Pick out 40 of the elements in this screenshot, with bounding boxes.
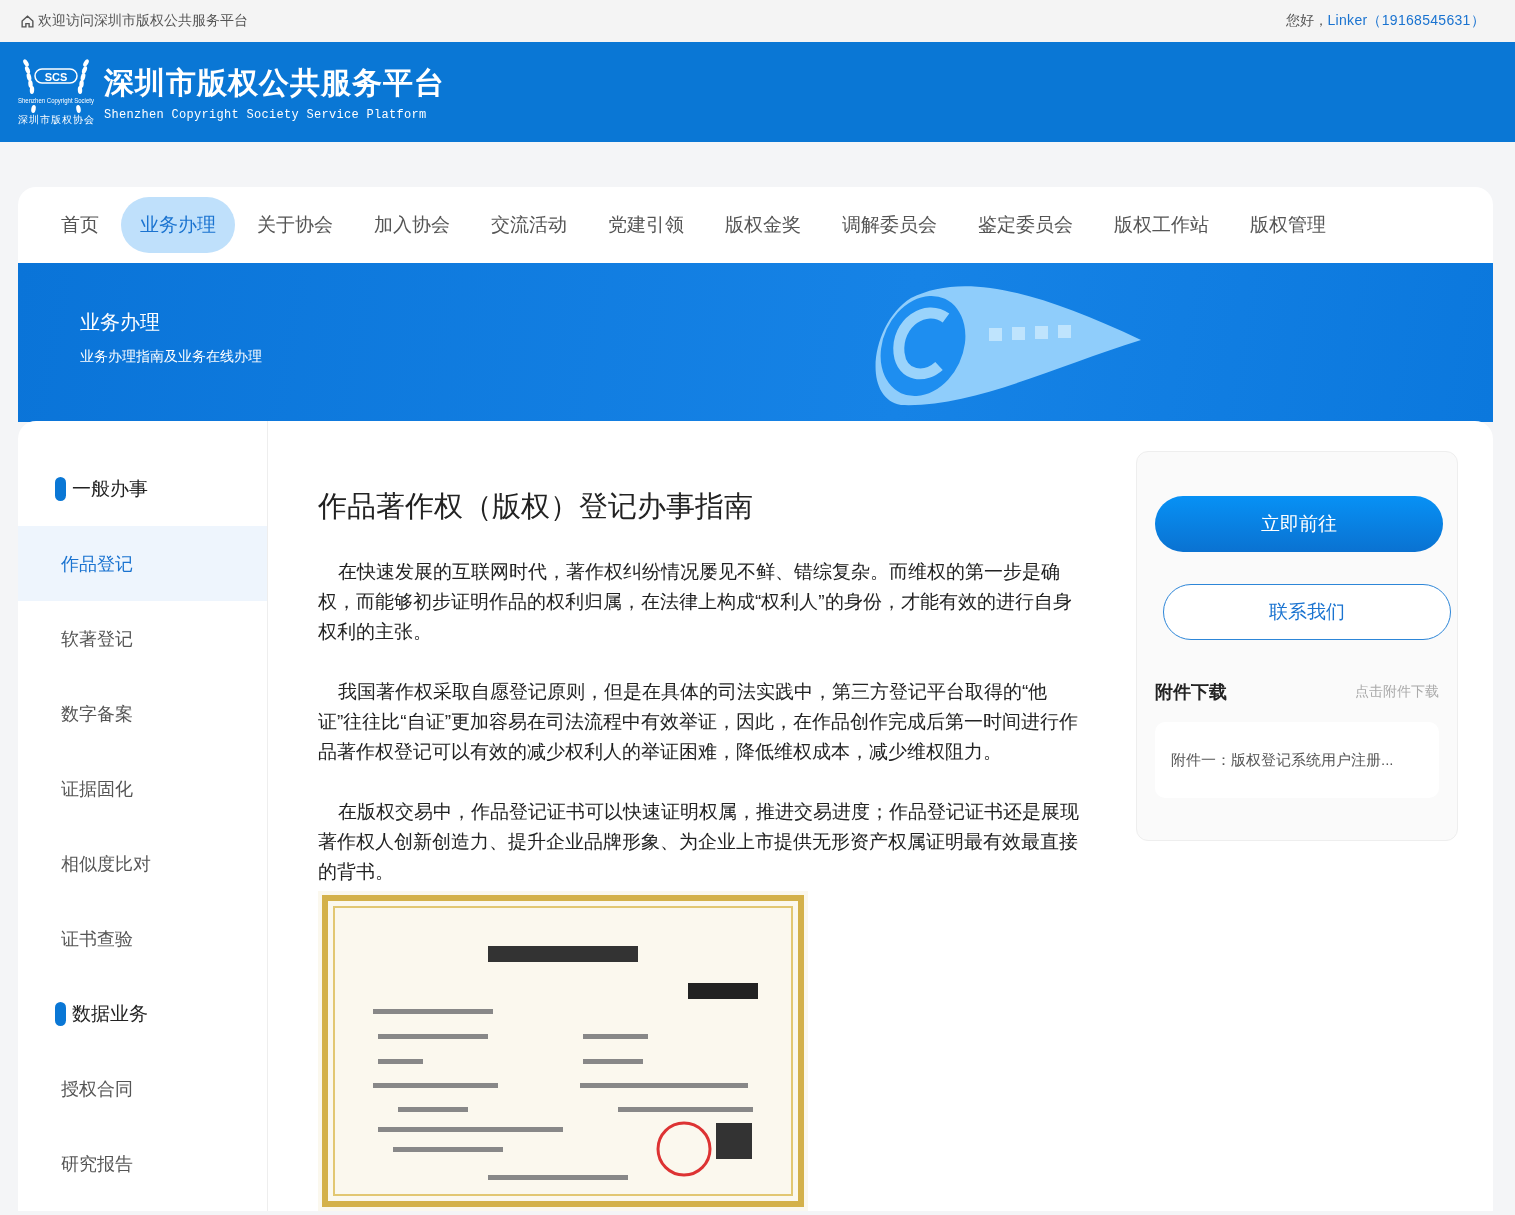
nav-tab[interactable]: 版权管理 [1231,197,1345,253]
nav-tab[interactable]: 加入协会 [355,197,469,253]
sidebar-item[interactable]: 软著登记 [18,601,267,676]
nav-tab[interactable]: 首页 [42,197,118,253]
sidebar-group-heading: 一般办事 [72,476,148,501]
nav-tab[interactable]: 关于协会 [238,197,352,253]
sidebar-item[interactable]: 数字备案 [18,676,267,751]
welcome-text: 欢迎访问深圳市版权公共服务平台 [38,12,248,30]
nav-tab[interactable]: 交流活动 [472,197,586,253]
sidebar-item[interactable]: 授权合同 [18,1051,267,1126]
greeting-text: 您好， [1285,12,1328,28]
banner-subtitle: 业务办理指南及业务在线办理 [80,348,262,366]
sidebar-item[interactable]: 证书查验 [18,901,267,976]
go-now-button[interactable]: 立即前往 [1155,496,1443,552]
group-marker-icon [55,1001,66,1026]
banner-title: 业务办理 [80,310,161,335]
nav-tab[interactable]: 调解委员会 [823,197,956,253]
sidebar-item[interactable]: 证据固化 [18,751,267,826]
contact-button[interactable]: 联系我们 [1163,584,1451,640]
sidebar-item[interactable]: 研究报告 [18,1126,267,1201]
nav-tab[interactable]: 业务办理 [121,197,235,253]
nav-tab[interactable]: 党建引领 [589,197,703,253]
group-marker-icon [55,476,66,501]
sidebar-item[interactable]: 相似度比对 [18,826,267,901]
nav-tab[interactable]: 鉴定委员会 [959,197,1092,253]
article-title: 作品著作权（版权）登记办事指南 [318,489,754,524]
site-subtitle: Shenzhen Copyright Society Service Platform [104,107,428,122]
nav-tab[interactable]: 版权工作站 [1095,197,1228,253]
user-link[interactable]: Linker（19168545631） [1327,12,1485,28]
sidebar-group-heading: 数据业务 [72,1001,148,1026]
attachments-heading: 附件下载 [1155,681,1227,704]
article-paragraph: 我国著作权采取自愿登记原则，但是在具体的司法实践中，第三方登记平台取得的“他证”往往比“自证”更加容易在司法流程中有效举证，因此，在作品创作完成后第一时间进行作品著作权登记可以有效的减少权利人的举证困难，降低维权成本，减少维权阻力。 [318,680,1079,764]
attachment-link[interactable]: 附件一：版权登记系统用户注册... [1171,750,1394,770]
article-paragraph: 在快速发展的互联网时代，著作权纠纷情况屡见不鲜、错综复杂。而维权的第一步是确权，而能够初步证明作品的权利归属，在法律上构成“权利人”的身份，才能有效的进行自身权利的主张。 [318,560,1073,644]
attachments-hint: 点击附件下载 [1355,683,1439,701]
nav-tab[interactable]: 版权金奖 [706,197,820,253]
home-icon [20,13,35,29]
sidebar-item[interactable]: 作品登记 [18,526,267,601]
article-paragraph: 在版权交易中，作品登记证书可以快速证明权属，推进交易进度；作品登记证书还是展现著作权人创新创造力、提升企业品牌形象、为企业上市提供无形资产权属证明最有效最直接的背书。 [318,800,1080,884]
site-title: 深圳市版权公共服务平台 [104,64,445,101]
